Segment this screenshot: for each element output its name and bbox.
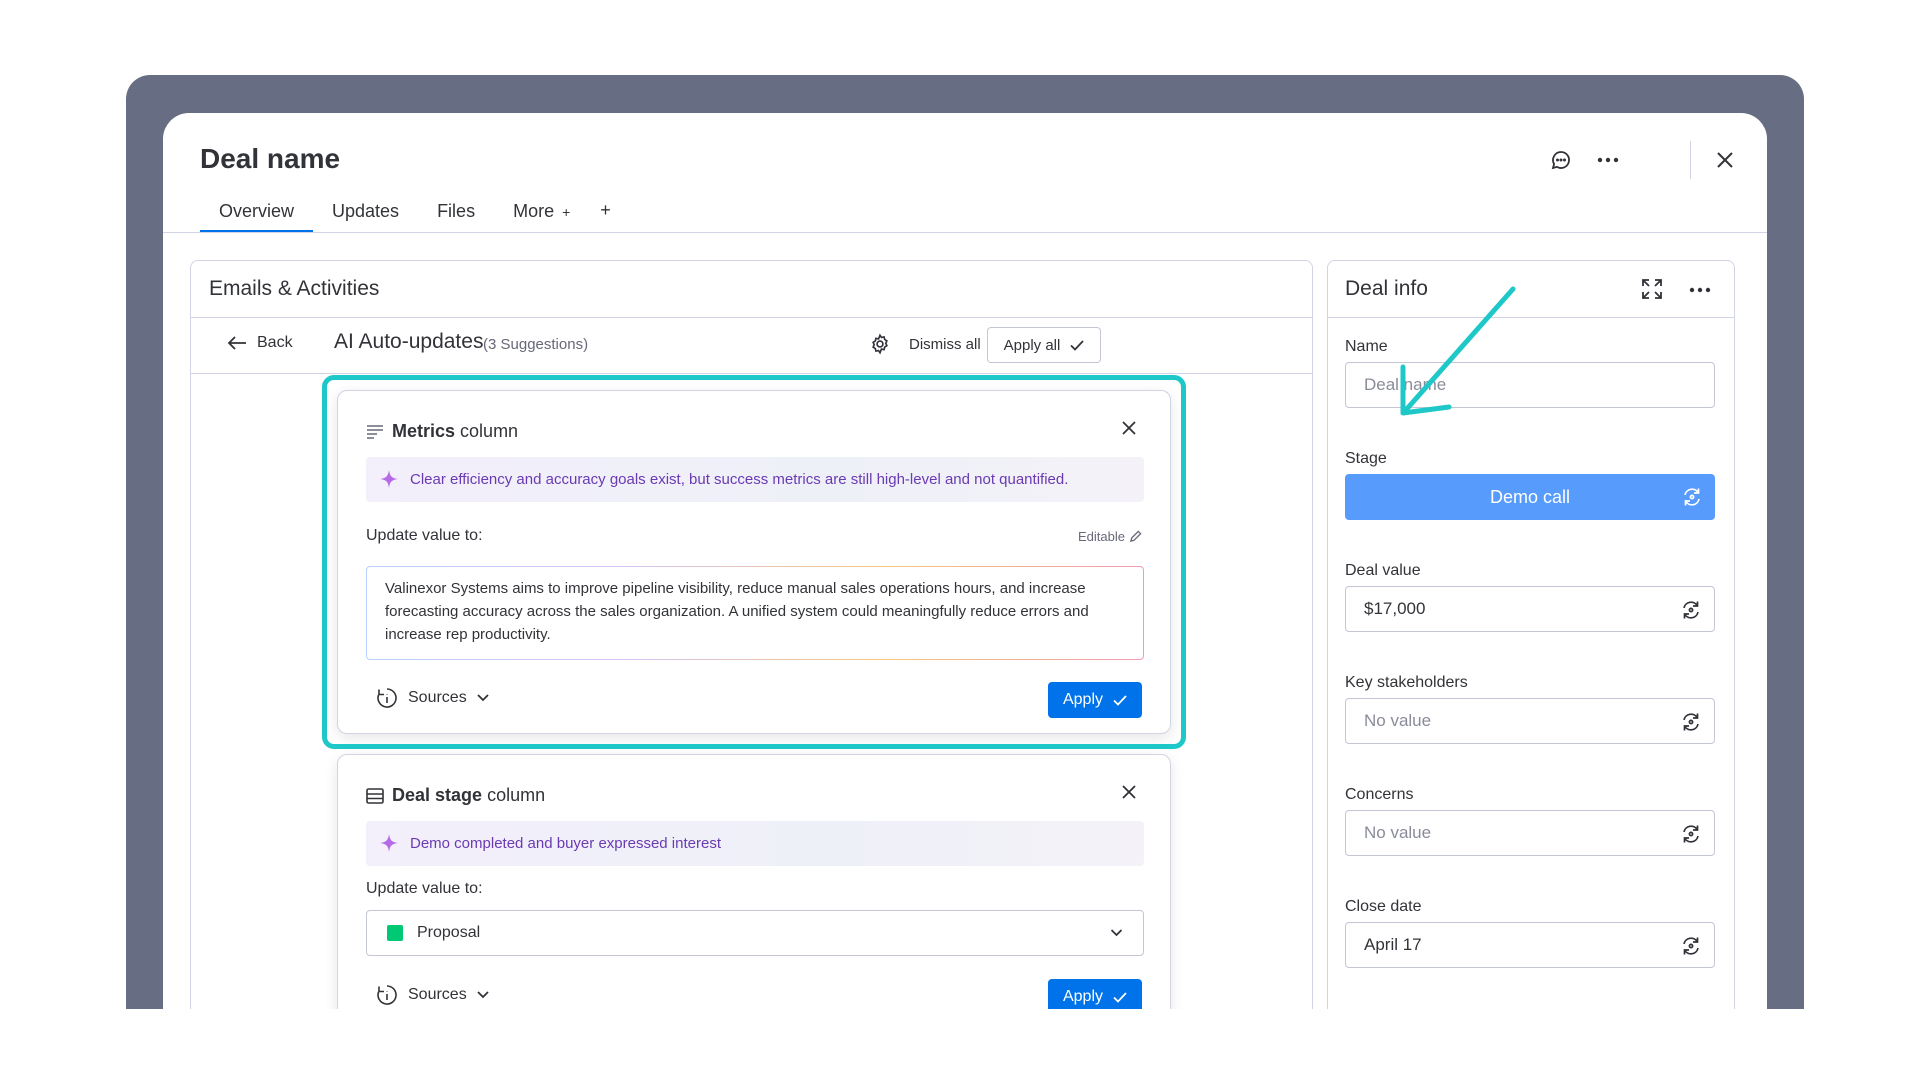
deal-info-panel: Deal info Name Deal name Stage Demo call… [1327, 260, 1735, 1009]
concerns-value: No value [1364, 823, 1432, 842]
ai-auto-updates-title: AI Auto-updates [334, 330, 484, 353]
page-title: Deal name [200, 143, 341, 174]
deal-value-field[interactable]: $17,000 [1345, 586, 1715, 632]
update-value-label: Update value to: [366, 880, 483, 897]
annotation-arrow [1400, 286, 1516, 416]
expand-icon[interactable] [1641, 278, 1665, 302]
card-header: Deal stage column [366, 785, 545, 806]
table-icon [366, 787, 384, 804]
field-label-stage: Stage [1345, 450, 1387, 467]
back-label: Back [257, 334, 293, 351]
sync-icon [1683, 937, 1699, 955]
tab-overview[interactable]: Overview [200, 195, 314, 233]
stage-select-value: Proposal [417, 924, 481, 941]
chevron-down-icon [1110, 929, 1123, 937]
field-label-name: Name [1345, 338, 1388, 355]
concerns-field[interactable]: No value [1345, 810, 1715, 856]
suggestion-card: Deal stage column Demo completed and buy… [337, 754, 1171, 1009]
more-options-icon[interactable] [1595, 147, 1621, 173]
add-tab-icon[interactable]: + [592, 195, 619, 226]
ai-reason-text: Demo completed and buyer expressed inter… [410, 835, 722, 852]
check-icon [1113, 991, 1127, 1003]
apply-label: Apply [1062, 988, 1104, 1005]
field-label-deal-value: Deal value [1345, 562, 1421, 579]
stage-status[interactable]: Demo call [1345, 474, 1715, 520]
emails-activities-panel: Emails & Activities Back AI Auto-updates… [190, 260, 1313, 1009]
key-stakeholders-value: No value [1364, 711, 1432, 730]
sources-dropdown[interactable]: Sources [376, 984, 489, 1006]
stage-select[interactable]: Proposal [366, 910, 1144, 956]
close-icon[interactable] [1122, 785, 1140, 803]
tab-updates[interactable]: Updates [313, 195, 418, 232]
check-icon [1070, 339, 1084, 351]
sync-icon [1683, 825, 1699, 843]
apply-button[interactable]: Apply [1048, 979, 1142, 1009]
more-options-icon[interactable] [1689, 279, 1713, 303]
close-date-field[interactable]: April 17 [1345, 922, 1715, 968]
ai-reason-box: Demo completed and buyer expressed inter… [366, 821, 1144, 866]
column-suffix: column [487, 785, 546, 805]
tabs-divider [163, 232, 1767, 233]
sync-icon [1683, 601, 1699, 619]
apply-all-button[interactable]: Apply all [987, 327, 1101, 363]
close-date-value: April 17 [1364, 935, 1422, 954]
field-label-concerns: Concerns [1345, 786, 1414, 803]
sources-icon [377, 985, 397, 1005]
close-icon[interactable] [1712, 147, 1738, 173]
chevron-down-icon [477, 991, 489, 999]
sync-icon [1684, 488, 1700, 506]
backdrop: Deal name Overview Updates Files More + +… [126, 75, 1804, 1009]
dismiss-all-button[interactable]: Dismiss all [909, 336, 981, 353]
field-label-key-stakeholders: Key stakeholders [1345, 674, 1468, 691]
suggestions-count: (3 Suggestions) [483, 336, 589, 353]
sparkle-icon [380, 834, 398, 852]
column-name: Deal stage [392, 785, 483, 805]
sync-icon [1683, 713, 1699, 731]
tab-files[interactable]: Files [418, 195, 494, 232]
field-label-close-date: Close date [1345, 898, 1422, 915]
plus-icon: + [562, 204, 571, 220]
stage-value: Demo call [1489, 486, 1571, 507]
tab-bar: Overview Updates Files More + + [200, 195, 619, 233]
apply-all-label: Apply all [1003, 336, 1061, 354]
divider [1328, 317, 1734, 318]
chat-icon[interactable] [1548, 147, 1574, 173]
sources-label: Sources [408, 986, 467, 1003]
gear-icon[interactable] [869, 333, 891, 355]
status-color-swatch [387, 925, 403, 941]
divider [191, 373, 1312, 374]
key-stakeholders-field[interactable]: No value [1345, 698, 1715, 744]
deal-window: Deal name Overview Updates Files More + +… [163, 113, 1767, 1009]
deal-value: $17,000 [1364, 599, 1426, 618]
highlight-frame [322, 375, 1186, 749]
back-button[interactable]: Back [227, 334, 293, 352]
tab-more[interactable]: More + [494, 195, 574, 232]
divider [191, 317, 1312, 318]
header-divider [1690, 141, 1691, 179]
panel-title: Emails & Activities [209, 277, 380, 300]
tab-more-label: More [513, 201, 555, 221]
arrow-left-icon [227, 336, 246, 350]
